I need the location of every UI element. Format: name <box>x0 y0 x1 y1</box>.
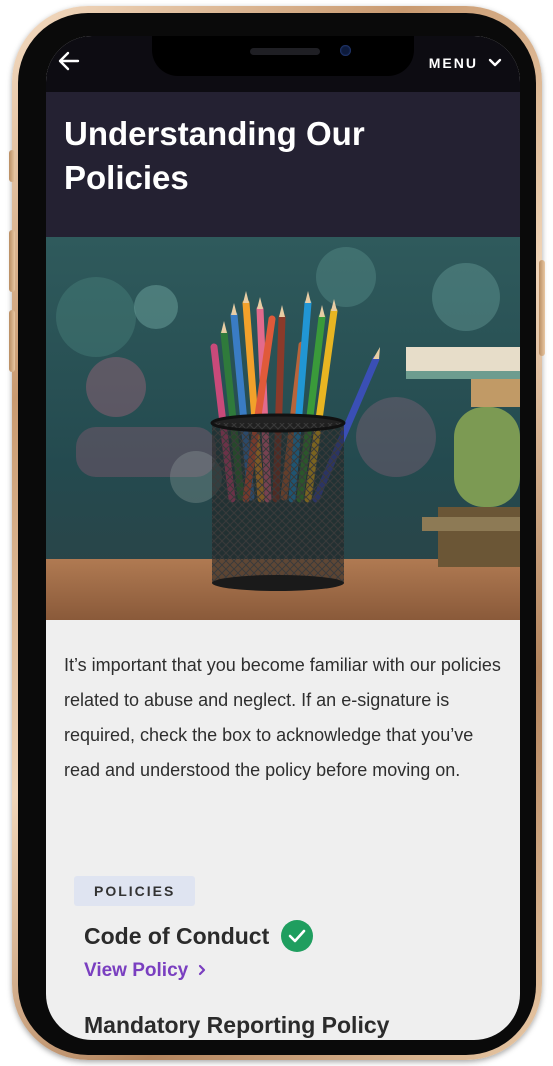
front-camera <box>340 45 351 56</box>
check-circle-icon <box>281 920 314 952</box>
phone-screen: MENU Understanding Our Policies It’s imp… <box>46 36 520 1040</box>
top-app-bar: MENU <box>46 36 520 92</box>
policy-item: Code of Conduct <box>84 920 314 952</box>
earpiece-speaker <box>250 48 320 55</box>
view-policy-label: View Policy <box>84 960 189 981</box>
intro-paragraph: It’s important that you become familiar … <box>64 655 501 780</box>
policy-item: Mandatory Reporting Policy <box>84 1012 389 1039</box>
arrow-left-icon <box>58 51 80 76</box>
policy-title: Mandatory Reporting Policy <box>84 1012 390 1038</box>
phone-notch <box>152 36 414 76</box>
policies-badge-label: POLICIES <box>94 883 176 899</box>
menu-label: MENU <box>428 55 478 71</box>
phone-power-button <box>539 260 545 356</box>
page-header: Understanding Our Policies <box>46 92 520 237</box>
policies-badge: POLICIES <box>74 876 196 906</box>
back-button[interactable] <box>54 48 84 78</box>
chevron-down-icon <box>488 55 502 71</box>
phone-volume-up-button <box>9 230 15 292</box>
page-title: Understanding Our Policies <box>64 115 365 196</box>
policy-title: Code of Conduct <box>84 922 270 949</box>
phone-volume-down-button <box>9 310 15 372</box>
phone-side-button <box>9 150 15 182</box>
hero-image <box>46 237 520 620</box>
view-policy-link[interactable]: View Policy <box>84 960 206 982</box>
chevron-right-icon <box>198 960 206 982</box>
menu-button[interactable]: MENU <box>429 53 502 73</box>
